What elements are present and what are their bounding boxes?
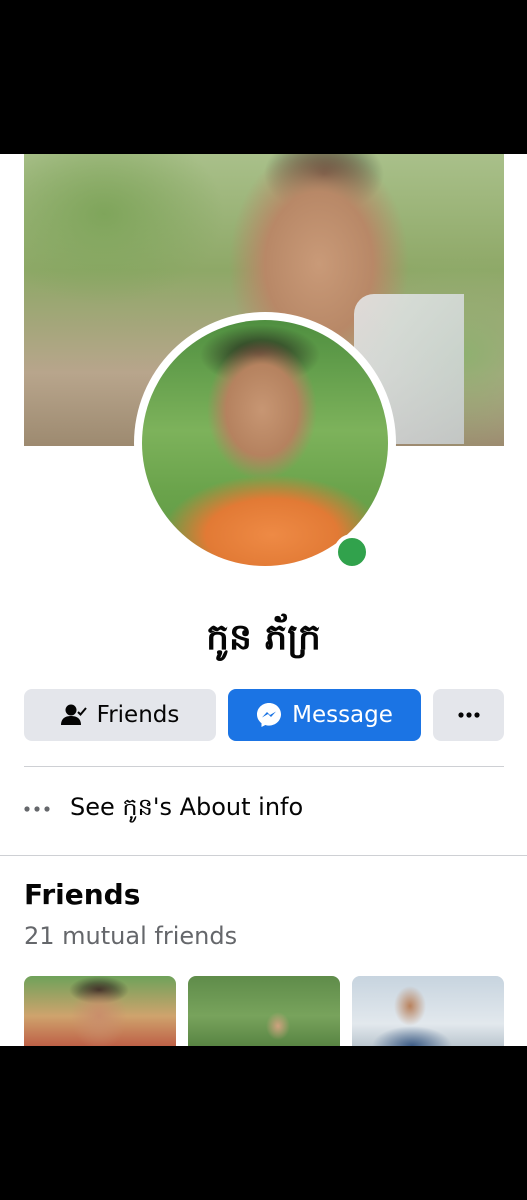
profile-name: កូន ភ័ក្រ (206, 617, 321, 658)
friends-button-label: Friends (96, 702, 180, 728)
online-status-dot (334, 534, 370, 570)
more-horizontal-icon (457, 712, 480, 718)
message-button[interactable]: Message (228, 689, 421, 741)
friend-thumbnail[interactable] (352, 976, 504, 1046)
section-divider (0, 855, 527, 856)
message-button-label: Message (292, 702, 393, 728)
friends-button[interactable]: Friends (24, 689, 216, 741)
divider (24, 766, 504, 767)
friend-thumbnail[interactable] (188, 976, 340, 1046)
about-info-link[interactable]: See កូន's About info (24, 784, 504, 834)
profile-picture[interactable] (134, 312, 396, 574)
more-dots-icon (24, 806, 50, 812)
friend-thumbnail[interactable] (24, 976, 176, 1046)
more-options-button[interactable] (433, 689, 504, 741)
mutual-friends-count: 21 mutual friends (24, 922, 238, 950)
profile-picture-image (142, 320, 388, 566)
messenger-icon (256, 702, 282, 728)
person-check-icon (60, 703, 87, 727)
about-info-text: See កូន's About info (70, 792, 304, 821)
profile-screen: កូន ភ័ក្រ Friends Message See កូន's Abou… (0, 154, 527, 1046)
friends-section-title: Friends (24, 878, 141, 911)
